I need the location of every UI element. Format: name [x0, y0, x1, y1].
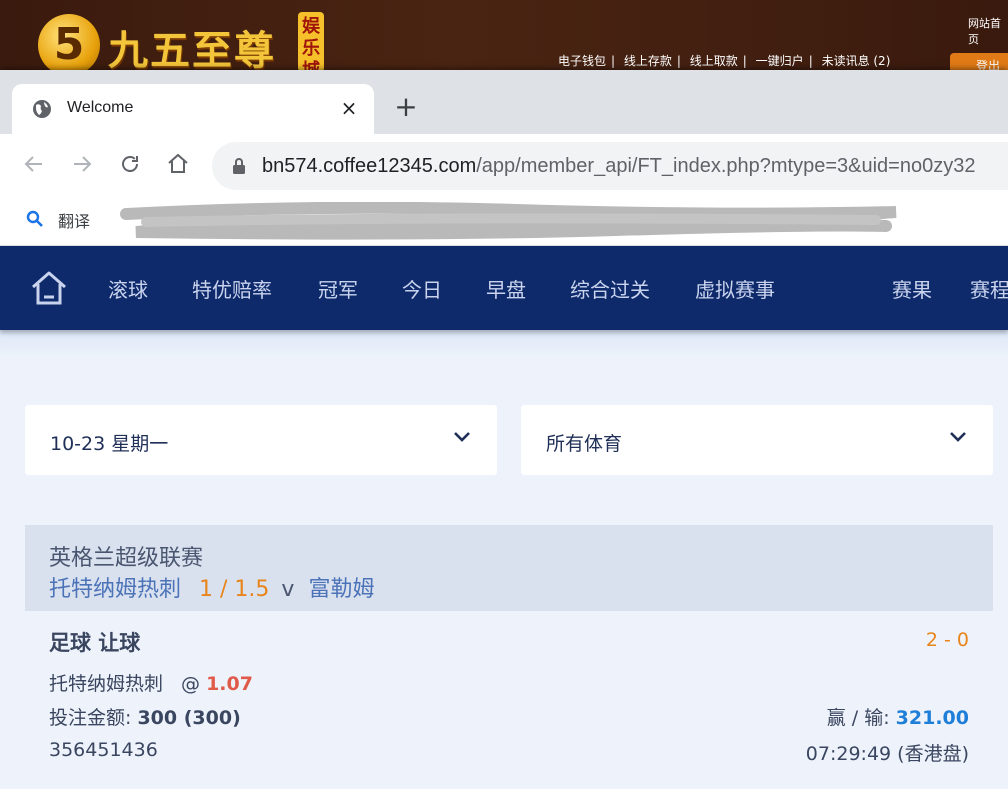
back-icon[interactable] — [21, 152, 47, 178]
bookmarks-bar: 翻译 — [0, 194, 1008, 246]
nav-outright[interactable]: 冠军 — [318, 274, 358, 303]
match-teams: 托特纳姆热刺 1 / 1.5 v 富勒姆 — [49, 571, 374, 603]
close-icon[interactable]: × — [338, 96, 360, 120]
page-subheader — [0, 330, 1008, 357]
forward-icon[interactable] — [69, 152, 95, 178]
ticket-id: 356451436 — [49, 739, 158, 761]
redaction-scribble — [120, 202, 897, 240]
home-team: 托特纳姆热刺 — [49, 577, 182, 602]
bet-type: 足球 让球 — [49, 631, 141, 655]
nav-special-odds[interactable]: 特优赔率 — [192, 274, 272, 303]
home-icon[interactable] — [165, 152, 191, 178]
handicap-line: 1 / 1.5 — [199, 577, 270, 602]
link-one-click-transfer[interactable]: 一键归户 — [756, 54, 804, 68]
link-unread-messages[interactable]: 未读讯息 (2) — [822, 54, 891, 68]
tab-strip: Welcome × + — [0, 70, 1008, 134]
nav-schedule[interactable]: 赛程 — [970, 274, 1008, 303]
nav-inplay[interactable]: 滚球 — [108, 274, 148, 303]
home-nav-icon[interactable] — [30, 270, 68, 306]
bet-record: 足球 让球 2 - 0 托特纳姆热刺 @ 1.07 投注金额: 300 (300)… — [25, 611, 993, 789]
tab-welcome[interactable]: Welcome × — [12, 84, 374, 134]
main-nav: 滚球 特优赔率 冠军 今日 早盘 综合过关 虚拟赛事 赛果 赛程 — [0, 246, 1008, 330]
address-bar[interactable]: bn574.coffee12345.com/app/member_api/FT_… — [212, 142, 1008, 190]
bet-selection: 托特纳姆热刺 @ 1.07 — [49, 673, 253, 695]
banner-links: 电子钱包 | 线上存款 | 线上取款 | 一键归户 | 未读讯息 (2) — [558, 54, 891, 68]
browser-window: Welcome × + bn574.coffee12345.com/app/me… — [0, 70, 1008, 789]
sportsbook-app: 滚球 特优赔率 冠军 今日 早盘 综合过关 虚拟赛事 赛果 赛程 10-23 星… — [0, 246, 1008, 789]
bet-odds: 1.07 — [206, 673, 253, 695]
sport-select[interactable]: 所有体育 — [521, 405, 993, 475]
url-text: bn574.coffee12345.com/app/member_api/FT_… — [262, 155, 976, 177]
date-select[interactable]: 10-23 星期一 — [25, 405, 497, 475]
nav-early[interactable]: 早盘 — [486, 274, 526, 303]
link-deposit[interactable]: 线上存款 — [624, 54, 672, 68]
chevron-down-icon — [950, 432, 966, 442]
nav-results[interactable]: 赛果 — [892, 274, 932, 303]
nav-parlay[interactable]: 综合过关 — [570, 274, 650, 303]
nav-today[interactable]: 今日 — [402, 274, 442, 303]
nav-virtual[interactable]: 虚拟赛事 — [695, 274, 775, 303]
logo-icon: 5 — [38, 14, 100, 72]
globe-icon — [33, 100, 51, 118]
link-withdraw[interactable]: 线上取款 — [690, 54, 738, 68]
sport-select-value: 所有体育 — [546, 433, 623, 455]
site-home-link[interactable]: 网站首页 — [968, 15, 1008, 47]
league-header: 英格兰超级联赛 托特纳姆热刺 1 / 1.5 v 富勒姆 — [25, 525, 993, 611]
reload-icon[interactable] — [117, 152, 143, 178]
date-select-value: 10-23 星期一 — [50, 433, 169, 455]
logo-badge: 娱乐城 — [298, 12, 324, 72]
bet-stake: 投注金额: 300 (300) — [49, 707, 241, 729]
bet-win-loss: 赢 / 输: 321.00 — [826, 707, 969, 729]
new-tab-button[interactable]: + — [393, 92, 419, 122]
site-logo-text: 九五至尊 — [108, 27, 276, 72]
bookmark-translate[interactable]: 翻译 — [58, 208, 90, 232]
bet-time: 07:29:49 (香港盘) — [805, 743, 969, 765]
browser-toolbar: bn574.coffee12345.com/app/member_api/FT_… — [0, 134, 1008, 194]
tab-title: Welcome — [67, 99, 134, 116]
match-score: 2 - 0 — [925, 629, 969, 651]
link-e-wallet[interactable]: 电子钱包 — [558, 54, 606, 68]
away-team: 富勒姆 — [308, 577, 375, 602]
versus-label: v — [281, 577, 295, 602]
league-name: 英格兰超级联赛 — [49, 546, 204, 571]
search-icon[interactable] — [26, 210, 44, 228]
lock-icon[interactable] — [232, 157, 246, 175]
chevron-down-icon — [454, 432, 470, 442]
site-banner: 5 九五至尊 娱乐城 网站首页 电子钱包 | 线上存款 | 线上取款 | 一键归户 | … — [0, 0, 1008, 72]
